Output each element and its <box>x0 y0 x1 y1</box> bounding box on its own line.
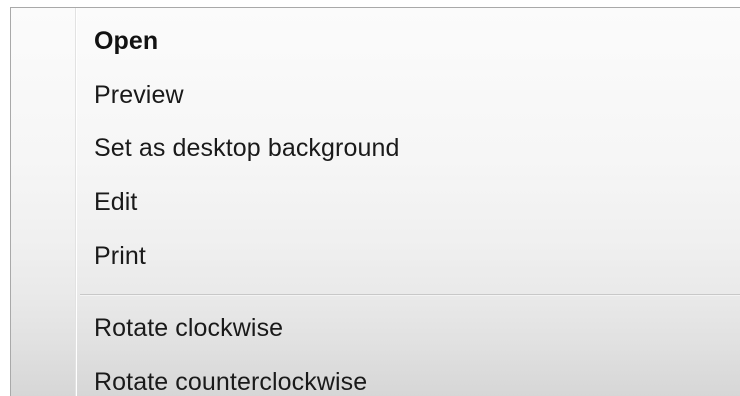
menu-item-rotate-counterclockwise[interactable]: Rotate counterclockwise <box>94 358 367 396</box>
context-menu: Open Preview Set as desktop background E… <box>10 7 740 396</box>
menu-item-set-as-desktop-background[interactable]: Set as desktop background <box>94 124 399 172</box>
menu-item-rotate-clockwise[interactable]: Rotate clockwise <box>94 304 283 352</box>
menu-item-open[interactable]: Open <box>94 17 158 65</box>
menu-separator <box>80 294 740 296</box>
menu-item-preview[interactable]: Preview <box>94 71 184 119</box>
icon-gutter <box>11 8 76 396</box>
menu-item-edit[interactable]: Edit <box>94 178 137 226</box>
menu-item-print[interactable]: Print <box>94 232 146 280</box>
screen: Open Preview Set as desktop background E… <box>0 0 740 396</box>
